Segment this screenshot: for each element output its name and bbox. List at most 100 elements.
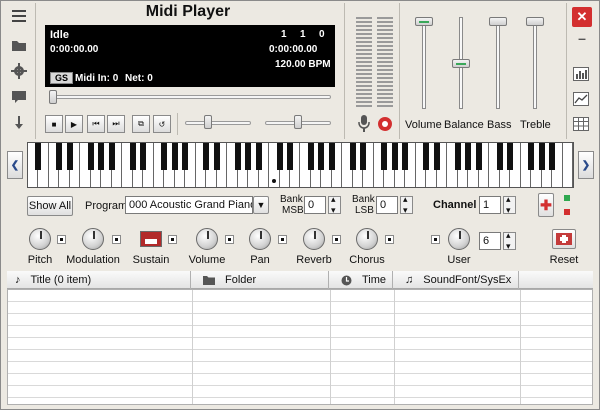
column-folder[interactable]: Folder <box>191 271 329 289</box>
volume-slider-thumb[interactable] <box>415 17 433 26</box>
keyboard-scroll-left-button[interactable]: ❮ <box>7 151 23 179</box>
black-key[interactable] <box>423 143 430 170</box>
program-select[interactable]: 000 Acoustic Grand Piano <box>125 196 253 214</box>
speed-slider-track[interactable] <box>185 121 251 125</box>
sustain-switch[interactable] <box>140 231 162 247</box>
piano-keyboard[interactable] <box>27 142 574 188</box>
minimize-button[interactable]: – <box>574 31 590 45</box>
speed-slider-thumb[interactable] <box>204 115 212 129</box>
line-chart-icon[interactable] <box>573 92 589 106</box>
user-value-field[interactable]: 6 <box>479 232 501 250</box>
pan-toggle[interactable] <box>278 235 287 244</box>
column-title[interactable]: ♪ Title (0 item) <box>7 271 191 289</box>
modulation-knob[interactable] <box>82 228 104 250</box>
black-key[interactable] <box>87 143 94 170</box>
black-key[interactable] <box>307 143 314 170</box>
reverb-knob[interactable] <box>303 228 325 250</box>
black-key[interactable] <box>203 143 210 170</box>
channel-spinner[interactable] <box>503 194 516 216</box>
black-key[interactable] <box>454 143 461 170</box>
bass-slider-track[interactable] <box>496 17 500 109</box>
black-key[interactable] <box>381 143 388 170</box>
keyboard-scroll-right-button[interactable]: ❯ <box>578 151 594 179</box>
sustain-toggle[interactable] <box>168 235 177 244</box>
next-button[interactable]: ⏭ <box>107 115 125 133</box>
user-knob[interactable] <box>448 228 470 250</box>
user-value-spinner[interactable] <box>503 230 516 252</box>
play-button[interactable]: ▶ <box>65 115 83 133</box>
black-key[interactable] <box>245 143 252 170</box>
pitch-toggle[interactable] <box>57 235 66 244</box>
volume-slider-track[interactable] <box>422 17 426 109</box>
black-key[interactable] <box>129 143 136 170</box>
column-time[interactable]: Time <box>329 271 393 289</box>
modulation-toggle[interactable] <box>112 235 121 244</box>
black-key[interactable] <box>549 143 556 170</box>
pan-knob[interactable] <box>249 228 271 250</box>
chorus-toggle[interactable] <box>385 235 394 244</box>
close-button[interactable]: ✕ <box>572 7 592 27</box>
microphone-icon[interactable] <box>357 115 371 133</box>
column-soundfont[interactable]: ♫ SoundFont/SysEx <box>393 271 519 289</box>
black-key[interactable] <box>318 143 325 170</box>
record-icon[interactable] <box>377 116 393 132</box>
stop-button[interactable]: ■ <box>45 115 63 133</box>
folder-icon[interactable] <box>7 35 31 55</box>
black-key[interactable] <box>402 143 409 170</box>
chat-icon[interactable] <box>7 87 31 107</box>
repeat-button[interactable]: ⧉ <box>132 115 150 133</box>
black-key[interactable] <box>276 143 283 170</box>
position-slider-thumb[interactable] <box>49 90 57 104</box>
treble-slider-thumb[interactable] <box>526 17 544 26</box>
bars-icon[interactable] <box>573 67 589 81</box>
reverb-toggle[interactable] <box>332 235 341 244</box>
black-key[interactable] <box>507 143 514 170</box>
black-key[interactable] <box>496 143 503 170</box>
black-key[interactable] <box>140 143 147 170</box>
user-toggle[interactable] <box>431 235 440 244</box>
black-key[interactable] <box>475 143 482 170</box>
black-key[interactable] <box>161 143 168 170</box>
black-key[interactable] <box>328 143 335 170</box>
down-arrow-icon[interactable] <box>7 113 31 133</box>
add-button[interactable]: ✚ <box>538 193 554 217</box>
black-key[interactable] <box>66 143 73 170</box>
playlist-list[interactable] <box>7 289 593 405</box>
black-key[interactable] <box>433 143 440 170</box>
undo-button[interactable]: ↺ <box>153 115 171 133</box>
black-key[interactable] <box>465 143 472 170</box>
black-key[interactable] <box>56 143 63 170</box>
pitch-slider-thumb[interactable] <box>294 115 302 129</box>
black-key[interactable] <box>35 143 42 170</box>
show-all-button[interactable]: Show All <box>27 196 73 216</box>
treble-slider-track[interactable] <box>533 17 537 109</box>
black-key[interactable] <box>255 143 262 170</box>
bank-lsb-spinner[interactable] <box>400 194 413 216</box>
bank-msb-spinner[interactable] <box>328 194 341 216</box>
black-key[interactable] <box>538 143 545 170</box>
black-key[interactable] <box>287 143 294 170</box>
black-key[interactable] <box>171 143 178 170</box>
black-key[interactable] <box>108 143 115 170</box>
bass-slider-thumb[interactable] <box>489 17 507 26</box>
black-key[interactable] <box>360 143 367 170</box>
gear-icon[interactable] <box>7 61 31 81</box>
bank-msb-field[interactable]: 0 <box>304 196 326 214</box>
volume-knob[interactable] <box>196 228 218 250</box>
reset-button[interactable] <box>552 229 576 249</box>
balance-slider-thumb[interactable] <box>452 59 470 68</box>
pitch-knob[interactable] <box>29 228 51 250</box>
volume-toggle[interactable] <box>225 235 234 244</box>
channel-field[interactable]: 1 <box>479 196 501 214</box>
black-key[interactable] <box>391 143 398 170</box>
menu-icon[interactable] <box>7 6 31 26</box>
prev-button[interactable]: ⏮ <box>87 115 105 133</box>
black-key[interactable] <box>182 143 189 170</box>
position-slider-track[interactable] <box>49 95 331 99</box>
black-key[interactable] <box>234 143 241 170</box>
white-key[interactable] <box>563 143 573 187</box>
chorus-knob[interactable] <box>356 228 378 250</box>
black-key[interactable] <box>98 143 105 170</box>
black-key[interactable] <box>528 143 535 170</box>
program-dropdown-button[interactable]: ▼ <box>253 196 269 214</box>
